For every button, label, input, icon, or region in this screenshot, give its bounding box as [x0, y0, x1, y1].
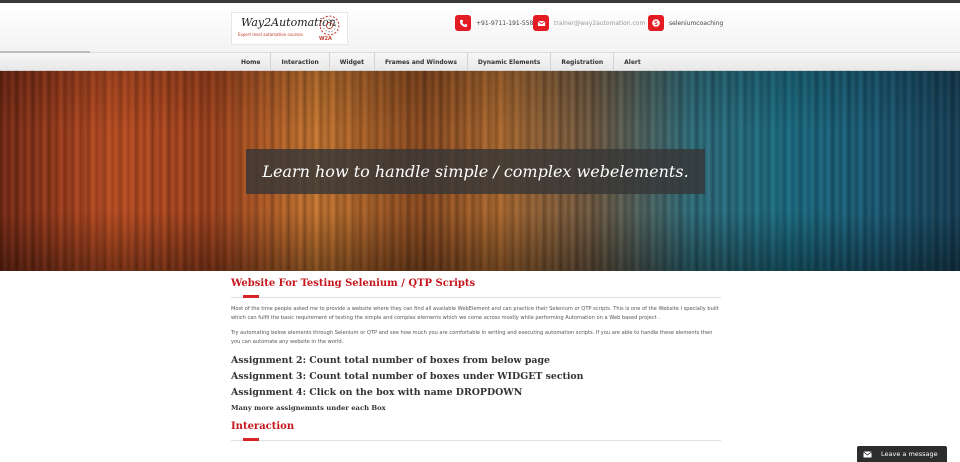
- contact-email[interactable]: trainer@way2automation.com: [533, 15, 645, 31]
- section-title: Website For Testing Selenium / QTP Scrip…: [231, 278, 476, 289]
- assignment-heading: Assignment 2: Count total number of boxe…: [231, 355, 551, 366]
- leave-message-label: Leave a message: [881, 450, 938, 458]
- main-content: Website For Testing Selenium / QTP Scrip…: [231, 278, 721, 441]
- section-divider: [231, 293, 721, 298]
- instruction-paragraph: Try automating below elements through Se…: [231, 330, 713, 345]
- nav-item-home[interactable]: Home: [231, 53, 272, 71]
- contact-skype-text: seleniumcoaching: [669, 19, 724, 27]
- nav-item-dynamic-elements[interactable]: Dynamic Elements: [468, 53, 552, 71]
- logo-mark-label: W2A: [319, 36, 332, 42]
- page-load-bar: [0, 51, 90, 53]
- banner-caption: Learn how to handle simple / complex web…: [246, 149, 705, 194]
- contact-phone[interactable]: +91-9711-191-558: [455, 15, 533, 31]
- interaction-section-title: Interaction: [231, 421, 295, 432]
- nav-menu: Home Interaction Widget Frames and Windo…: [231, 53, 651, 71]
- leave-message-button[interactable]: Leave a message: [857, 446, 947, 462]
- mail-icon: [533, 15, 549, 31]
- intro-paragraph: Most of the time people asked me to prov…: [231, 306, 719, 321]
- nav-item-frames-and-windows[interactable]: Frames and Windows: [375, 53, 468, 71]
- envelope-icon: [863, 450, 872, 458]
- contact-skype[interactable]: seleniumcoaching: [648, 15, 723, 31]
- more-assignments-note: Many more assignemnts under each Box: [231, 404, 386, 412]
- contact-phone-text: +91-9711-191-558: [476, 19, 534, 27]
- interaction-divider: [231, 436, 721, 441]
- site-header: Way2Automation Expert level automation c…: [0, 3, 960, 52]
- nav-item-interaction[interactable]: Interaction: [271, 53, 330, 71]
- nav-item-widget[interactable]: Widget: [330, 53, 375, 71]
- nav-item-alert[interactable]: Alert: [614, 53, 651, 71]
- main-nav: Home Interaction Widget Frames and Windo…: [0, 51, 960, 71]
- assignment-heading: Assignment 4: Click on the box with name…: [231, 387, 523, 398]
- nav-item-registration[interactable]: Registration: [551, 53, 615, 71]
- site-logo[interactable]: Way2Automation Expert level automation c…: [231, 12, 348, 45]
- assignment-heading: Assignment 3: Count total number of boxe…: [231, 371, 584, 382]
- hero-banner: Learn how to handle simple / complex web…: [0, 71, 960, 271]
- logo-tagline: Expert level automation courses: [238, 32, 303, 37]
- skype-icon: [648, 15, 664, 31]
- contact-email-text: trainer@way2automation.com: [554, 19, 646, 27]
- phone-icon: [455, 15, 471, 31]
